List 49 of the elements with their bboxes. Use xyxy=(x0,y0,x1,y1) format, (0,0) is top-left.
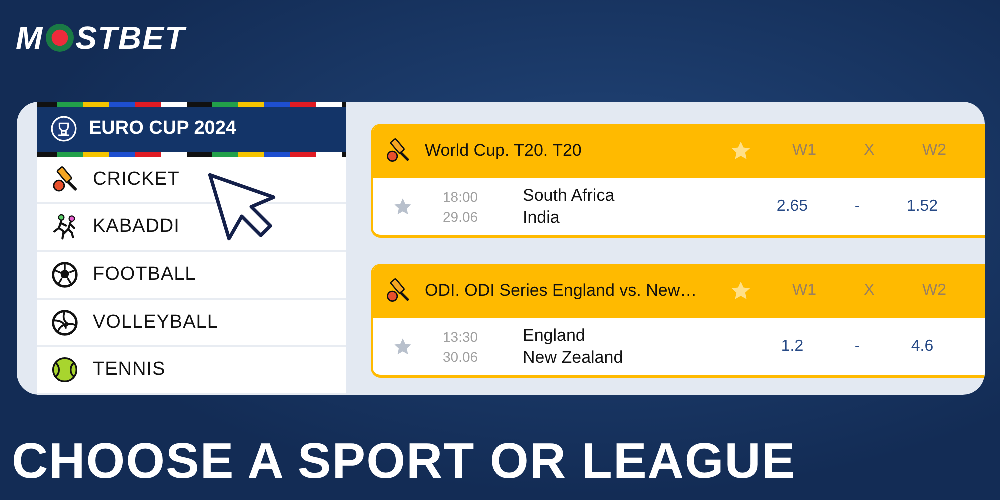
match-row[interactable]: 18:00 29.06 South Africa India 2.65 - 1.52 xyxy=(373,178,985,235)
sport-item[interactable]: TENNIS xyxy=(37,347,346,395)
odds-value[interactable]: 1.52 xyxy=(890,198,955,216)
star-icon[interactable] xyxy=(730,140,752,162)
column-heading: W1 xyxy=(792,282,818,300)
team-name: England xyxy=(523,324,586,346)
sport-label: TENNIS xyxy=(93,359,166,382)
sport-label: CRICKET xyxy=(93,168,180,190)
football-icon xyxy=(51,260,79,289)
sport-label: FOOTBALL xyxy=(93,264,196,286)
team-name: India xyxy=(523,206,561,228)
odds-value[interactable]: 4.6 xyxy=(890,338,955,356)
column-heading: X xyxy=(863,142,876,160)
column-heading: W1 xyxy=(792,142,818,160)
sport-label: VOLLEYBALL xyxy=(93,312,218,334)
sport-item[interactable]: VOLLEYBALL xyxy=(37,300,346,348)
column-heading: W2 xyxy=(922,142,948,160)
match-date: 30.06 xyxy=(443,348,480,366)
cricket-icon xyxy=(51,166,79,194)
banner-title: EURO CUP 2024 xyxy=(89,118,236,140)
volleyball-icon xyxy=(51,308,79,337)
column-heading: X xyxy=(863,282,876,300)
cricket-icon xyxy=(385,278,411,304)
odds-value[interactable]: - xyxy=(825,198,890,216)
league-title[interactable]: ODI. ODI Series England vs. New… xyxy=(425,281,730,301)
team-name: New Zealand xyxy=(523,346,624,368)
match-row[interactable]: 13:30 30.06 England New Zealand 1.2 - 4.6 xyxy=(373,318,985,375)
star-icon[interactable] xyxy=(393,336,413,356)
sport-item[interactable]: FOOTBALL xyxy=(37,252,346,300)
trophy-icon xyxy=(51,116,77,142)
match-time: 18:00 xyxy=(443,188,480,206)
star-icon[interactable] xyxy=(730,280,752,302)
column-heading: W2 xyxy=(922,282,948,300)
odds-value[interactable]: 1.2 xyxy=(760,338,825,356)
tennis-ball-icon xyxy=(51,356,79,384)
cricket-icon xyxy=(385,138,411,164)
match-time: 13:30 xyxy=(443,328,480,346)
star-icon[interactable] xyxy=(393,196,413,216)
odds-value[interactable]: - xyxy=(825,338,890,356)
banner[interactable]: EURO CUP 2024 xyxy=(37,102,346,157)
team-name: South Africa xyxy=(523,184,616,206)
logo-text: STBET xyxy=(76,22,186,54)
logo-text: M xyxy=(16,22,44,54)
headline: CHOOSE A SPORT OR LEAGUE xyxy=(12,435,798,487)
odds-value[interactable]: 2.65 xyxy=(760,198,825,216)
flag-circle-icon xyxy=(46,24,74,52)
sport-label: KABADDI xyxy=(93,216,180,238)
match-date: 29.06 xyxy=(443,208,480,226)
league-title[interactable]: World Cup. T20. T20 xyxy=(425,141,730,161)
